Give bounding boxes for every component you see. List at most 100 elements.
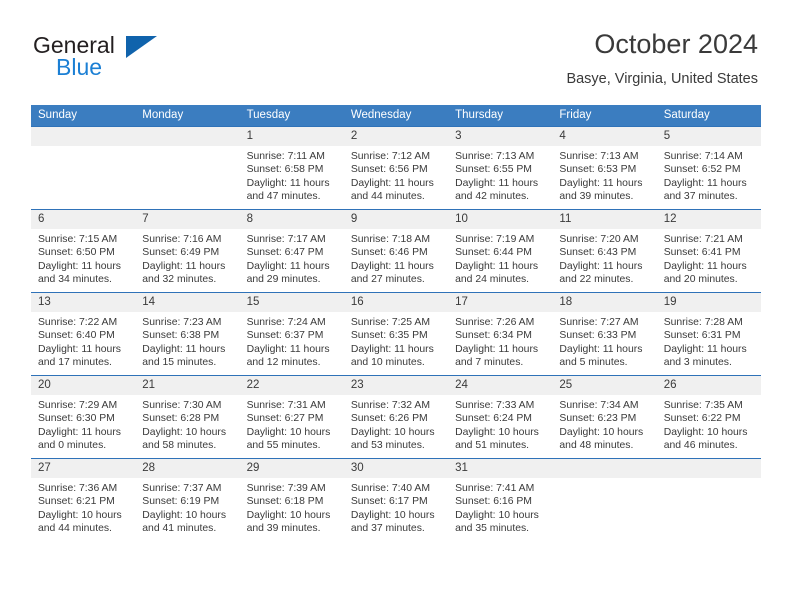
calendar-day-cell[interactable]: 24 Sunrise: 7:33 AM Sunset: 6:24 PM Dayli…: [448, 375, 553, 459]
sun-times-details: Sunrise: 7:22 AM Sunset: 6:40 PM Dayligh…: [38, 317, 121, 369]
day-cell-inner: [656, 459, 761, 541]
day-number: 16: [343, 293, 449, 312]
calendar-day-cell[interactable]: 10 Sunrise: 7:19 AM Sunset: 6:44 PM Dayli…: [448, 209, 553, 293]
logo-triangle-icon: [126, 36, 157, 58]
sun-times-details: [657, 478, 761, 482]
day-cell-inner: 17 Sunrise: 7:26 AM Sunset: 6:34 PM Dayli…: [448, 293, 553, 375]
calendar-day-cell[interactable]: 22 Sunrise: 7:31 AM Sunset: 6:27 PM Dayli…: [239, 375, 344, 459]
day-cell-inner: 30 Sunrise: 7:40 AM Sunset: 6:17 PM Dayli…: [343, 459, 449, 541]
calendar-day-cell[interactable]: 6 Sunrise: 7:15 AM Sunset: 6:50 PM Daylig…: [31, 209, 136, 293]
day-cell-inner: 14 Sunrise: 7:23 AM Sunset: 6:38 PM Dayli…: [135, 293, 240, 375]
day-number: 24: [448, 376, 553, 395]
calendar-day-cell[interactable]: 29 Sunrise: 7:39 AM Sunset: 6:18 PM Dayli…: [239, 458, 344, 541]
day-cell-inner: [135, 127, 240, 209]
calendar-day-cell[interactable]: 16 Sunrise: 7:25 AM Sunset: 6:35 PM Dayli…: [343, 292, 449, 376]
day-number: 5: [656, 127, 761, 146]
day-cell-inner: [552, 459, 657, 541]
calendar-day-cell[interactable]: 17 Sunrise: 7:26 AM Sunset: 6:34 PM Dayli…: [448, 292, 553, 376]
calendar-empty-cell: [135, 126, 240, 210]
day-cell-inner: 2 Sunrise: 7:12 AM Sunset: 6:56 PM Daylig…: [343, 127, 449, 209]
day-number: 19: [656, 293, 761, 312]
calendar-day-cell[interactable]: 18 Sunrise: 7:27 AM Sunset: 6:33 PM Dayli…: [552, 292, 657, 376]
calendar-week-row: 20 Sunrise: 7:29 AM Sunset: 6:30 PM Dayli…: [31, 375, 761, 459]
calendar-day-cell[interactable]: 3 Sunrise: 7:13 AM Sunset: 6:55 PM Daylig…: [448, 126, 553, 210]
day-cell-inner: 18 Sunrise: 7:27 AM Sunset: 6:33 PM Dayli…: [552, 293, 657, 375]
calendar-day-cell[interactable]: 4 Sunrise: 7:13 AM Sunset: 6:53 PM Daylig…: [552, 126, 657, 210]
calendar-empty-cell: [31, 126, 136, 210]
calendar-week-row: 6 Sunrise: 7:15 AM Sunset: 6:50 PM Daylig…: [31, 209, 761, 293]
calendar-week-row: 27 Sunrise: 7:36 AM Sunset: 6:21 PM Dayli…: [31, 458, 761, 541]
day-number: [552, 459, 657, 478]
day-cell-inner: 7 Sunrise: 7:16 AM Sunset: 6:49 PM Daylig…: [135, 210, 240, 292]
sun-times-details: Sunrise: 7:11 AM Sunset: 6:58 PM Dayligh…: [246, 151, 330, 203]
sun-times-details: Sunrise: 7:39 AM Sunset: 6:18 PM Dayligh…: [246, 483, 331, 535]
calendar-day-cell[interactable]: 30 Sunrise: 7:40 AM Sunset: 6:17 PM Dayli…: [343, 458, 449, 541]
day-cell-inner: 8 Sunrise: 7:17 AM Sunset: 6:47 PM Daylig…: [239, 210, 344, 292]
calendar-day-cell[interactable]: 15 Sunrise: 7:24 AM Sunset: 6:37 PM Dayli…: [239, 292, 344, 376]
calendar-day-cell[interactable]: 1 Sunrise: 7:11 AM Sunset: 6:58 PM Daylig…: [239, 126, 344, 210]
calendar-day-cell[interactable]: 14 Sunrise: 7:23 AM Sunset: 6:38 PM Dayli…: [135, 292, 240, 376]
day-number: 12: [656, 210, 761, 229]
calendar-week-row: 13 Sunrise: 7:22 AM Sunset: 6:40 PM Dayli…: [31, 292, 761, 376]
day-number: 28: [135, 459, 240, 478]
calendar-day-cell[interactable]: 12 Sunrise: 7:21 AM Sunset: 6:41 PM Dayli…: [656, 209, 761, 293]
calendar-day-cell[interactable]: 26 Sunrise: 7:35 AM Sunset: 6:22 PM Dayli…: [656, 375, 761, 459]
day-number: 27: [31, 459, 136, 478]
calendar-day-cell[interactable]: 20 Sunrise: 7:29 AM Sunset: 6:30 PM Dayli…: [31, 375, 136, 459]
day-number: 17: [448, 293, 553, 312]
calendar-day-cell[interactable]: 11 Sunrise: 7:20 AM Sunset: 6:43 PM Dayli…: [552, 209, 657, 293]
sun-times-details: Sunrise: 7:30 AM Sunset: 6:28 PM Dayligh…: [142, 400, 227, 452]
day-cell-inner: 3 Sunrise: 7:13 AM Sunset: 6:55 PM Daylig…: [448, 127, 553, 209]
sun-times-details: Sunrise: 7:20 AM Sunset: 6:43 PM Dayligh…: [559, 234, 643, 286]
sun-times-details: Sunrise: 7:13 AM Sunset: 6:53 PM Dayligh…: [559, 151, 643, 203]
calendar-day-cell[interactable]: 19 Sunrise: 7:28 AM Sunset: 6:31 PM Dayli…: [656, 292, 761, 376]
calendar-day-cell[interactable]: 5 Sunrise: 7:14 AM Sunset: 6:52 PM Daylig…: [656, 126, 761, 210]
day-number: 13: [31, 293, 136, 312]
calendar-grid: Sunday Monday Tuesday Wednesday Thursday…: [31, 105, 761, 541]
calendar-day-cell[interactable]: 7 Sunrise: 7:16 AM Sunset: 6:49 PM Daylig…: [135, 209, 240, 293]
calendar-day-cell[interactable]: 27 Sunrise: 7:36 AM Sunset: 6:21 PM Dayli…: [31, 458, 136, 541]
sun-times-details: Sunrise: 7:25 AM Sunset: 6:35 PM Dayligh…: [350, 317, 434, 369]
page-header: General Blue October 2024 Basye, Virgini…: [0, 0, 792, 100]
day-cell-inner: 13 Sunrise: 7:22 AM Sunset: 6:40 PM Dayli…: [31, 293, 136, 375]
day-number: 21: [135, 376, 240, 395]
calendar-page: General Blue October 2024 Basye, Virgini…: [0, 0, 792, 612]
day-cell-inner: 12 Sunrise: 7:21 AM Sunset: 6:41 PM Dayli…: [656, 210, 761, 292]
day-number: 25: [552, 376, 657, 395]
day-number: 23: [343, 376, 449, 395]
day-cell-inner: 27 Sunrise: 7:36 AM Sunset: 6:21 PM Dayli…: [31, 459, 136, 541]
day-number: [656, 459, 761, 478]
day-cell-inner: 29 Sunrise: 7:39 AM Sunset: 6:18 PM Dayli…: [239, 459, 344, 541]
weekday-header-saturday: Saturday: [656, 105, 761, 127]
sun-times-details: Sunrise: 7:32 AM Sunset: 6:26 PM Dayligh…: [350, 400, 435, 452]
day-cell-inner: 28 Sunrise: 7:37 AM Sunset: 6:19 PM Dayli…: [135, 459, 240, 541]
weekday-header-wednesday: Wednesday: [343, 105, 449, 127]
calendar-day-cell[interactable]: 2 Sunrise: 7:12 AM Sunset: 6:56 PM Daylig…: [343, 126, 449, 210]
day-number: 10: [448, 210, 553, 229]
sun-times-details: Sunrise: 7:19 AM Sunset: 6:44 PM Dayligh…: [455, 234, 539, 286]
calendar-day-cell[interactable]: 25 Sunrise: 7:34 AM Sunset: 6:23 PM Dayli…: [552, 375, 657, 459]
day-number: 22: [239, 376, 344, 395]
calendar-day-cell[interactable]: 9 Sunrise: 7:18 AM Sunset: 6:46 PM Daylig…: [343, 209, 449, 293]
sun-times-details: Sunrise: 7:13 AM Sunset: 6:55 PM Dayligh…: [455, 151, 539, 203]
sun-times-details: Sunrise: 7:16 AM Sunset: 6:49 PM Dayligh…: [142, 234, 226, 286]
day-cell-inner: 31 Sunrise: 7:41 AM Sunset: 6:16 PM Dayli…: [448, 459, 553, 541]
day-number: 9: [343, 210, 449, 229]
sun-times-details: Sunrise: 7:23 AM Sunset: 6:38 PM Dayligh…: [142, 317, 226, 369]
weekday-header-sunday: Sunday: [31, 105, 136, 127]
calendar-day-cell[interactable]: 28 Sunrise: 7:37 AM Sunset: 6:19 PM Dayli…: [135, 458, 240, 541]
calendar-day-cell[interactable]: 23 Sunrise: 7:32 AM Sunset: 6:26 PM Dayli…: [343, 375, 449, 459]
day-number: 18: [552, 293, 657, 312]
weekday-header-friday: Friday: [552, 105, 657, 127]
sun-times-details: Sunrise: 7:41 AM Sunset: 6:16 PM Dayligh…: [455, 483, 539, 535]
calendar-day-cell[interactable]: 21 Sunrise: 7:30 AM Sunset: 6:28 PM Dayli…: [135, 375, 240, 459]
sun-times-details: Sunrise: 7:17 AM Sunset: 6:47 PM Dayligh…: [246, 234, 330, 286]
day-cell-inner: 9 Sunrise: 7:18 AM Sunset: 6:46 PM Daylig…: [343, 210, 449, 292]
calendar-day-cell[interactable]: 13 Sunrise: 7:22 AM Sunset: 6:40 PM Dayli…: [31, 292, 136, 376]
calendar-day-cell[interactable]: 31 Sunrise: 7:41 AM Sunset: 6:16 PM Dayli…: [448, 458, 553, 541]
sun-times-details: [135, 146, 239, 150]
sun-times-details: Sunrise: 7:33 AM Sunset: 6:24 PM Dayligh…: [455, 400, 539, 452]
calendar-day-cell[interactable]: 8 Sunrise: 7:17 AM Sunset: 6:47 PM Daylig…: [239, 209, 344, 293]
calendar-body: 1 Sunrise: 7:11 AM Sunset: 6:58 PM Daylig…: [31, 126, 761, 541]
day-number: 15: [239, 293, 344, 312]
